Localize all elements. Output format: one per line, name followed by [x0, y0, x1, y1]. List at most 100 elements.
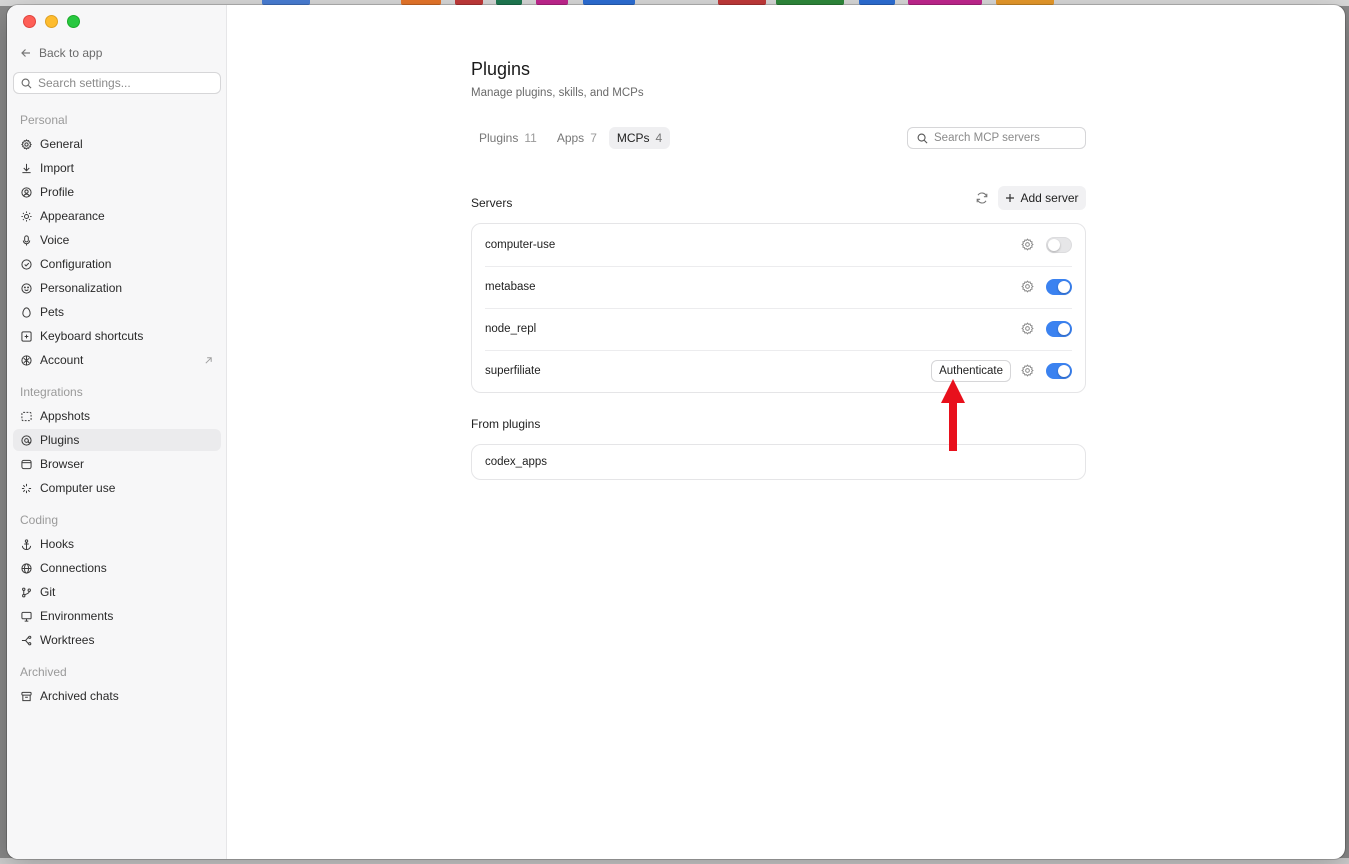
gear-icon[interactable] — [1021, 238, 1034, 251]
smiley-icon — [21, 282, 32, 294]
server-toggle[interactable] — [1046, 237, 1072, 253]
sidebar-item-label: Profile — [40, 185, 75, 199]
sidebar-item-configuration[interactable]: Configuration — [13, 253, 221, 275]
sidebar-item-hooks[interactable]: Hooks — [13, 533, 221, 555]
sparkle-icon — [21, 483, 32, 494]
profile-icon — [21, 186, 32, 198]
settings-search-input[interactable] — [38, 76, 208, 90]
tab-mcps-count: 4 — [655, 131, 663, 145]
mcp-search — [907, 127, 1086, 149]
sidebar-item-account[interactable]: Account — [13, 349, 221, 371]
from-plugins-heading: From plugins — [471, 417, 541, 431]
microphone-icon — [21, 234, 32, 246]
sidebar-item-label: Personalization — [40, 281, 123, 295]
arrow-left-icon — [21, 49, 30, 57]
sidebar-item-label: Voice — [40, 233, 70, 247]
sidebar-section-label: Personal — [20, 113, 68, 127]
sidebar-item-keyboard-shortcuts[interactable]: Keyboard shortcuts — [13, 325, 221, 347]
window-controls — [23, 15, 80, 28]
sidebar-item-pets[interactable]: Pets — [13, 301, 221, 323]
sidebar-item-label: Import — [40, 161, 75, 175]
tab-apps-label: Apps — [556, 131, 585, 145]
settings-search — [13, 72, 221, 94]
sidebar-item-appshots[interactable]: Appshots — [13, 405, 221, 427]
sidebar-item-label: Appearance — [40, 209, 105, 223]
sidebar-item-plugins[interactable]: Plugins — [13, 429, 221, 451]
sidebar-item-appearance[interactable]: Appearance — [13, 205, 221, 227]
sidebar-item-label: Worktrees — [40, 633, 95, 647]
gear-icon[interactable] — [1021, 364, 1034, 377]
plugin-server-row-codex-apps[interactable]: codex_apps — [472, 445, 1085, 479]
mcp-search-input[interactable] — [934, 132, 1079, 144]
page-title: Plugins — [471, 59, 531, 79]
sidebar-item-voice[interactable]: Voice — [13, 229, 221, 251]
add-server-label: Add server — [1020, 191, 1079, 205]
archive-icon — [21, 691, 32, 702]
external-link-icon — [204, 354, 213, 368]
servers-heading: Servers — [471, 196, 513, 210]
sidebar-item-import[interactable]: Import — [13, 157, 221, 179]
plugin-icon — [21, 434, 32, 446]
sidebar-section-label: Integrations — [20, 385, 83, 399]
sidebar-item-browser[interactable]: Browser — [13, 453, 221, 475]
browser-icon — [21, 459, 32, 470]
server-row-superfiliate: superfiliate Authenticate — [472, 350, 1085, 392]
sidebar-item-environments[interactable]: Environments — [13, 605, 221, 627]
back-to-app-link[interactable]: Back to app — [20, 46, 102, 60]
category-tabs: Plugins 11 Apps 7 MCPs 4 — [471, 127, 671, 149]
sidebar-item-label: Hooks — [40, 537, 75, 551]
worktree-icon — [21, 635, 32, 646]
server-toggle[interactable] — [1046, 363, 1072, 379]
minimize-window-button[interactable] — [45, 15, 58, 28]
plugin-server-name: codex_apps — [485, 456, 548, 468]
sidebar-item-label: Archived chats — [40, 689, 119, 703]
screenshot-icon — [21, 411, 32, 422]
sidebar-item-computer-use[interactable]: Computer use — [13, 477, 221, 499]
annotation-arrow — [941, 379, 965, 451]
refresh-icon[interactable] — [975, 191, 989, 205]
server-name: superfiliate — [485, 365, 541, 377]
sidebar: Back to app Personal General Import Profile… — [7, 5, 227, 859]
tab-mcps[interactable]: MCPs 4 — [608, 127, 671, 149]
sidebar-item-personalization[interactable]: Personalization — [13, 277, 221, 299]
add-server-button[interactable]: Add server — [998, 186, 1086, 210]
tab-apps[interactable]: Apps 7 — [549, 127, 605, 149]
sidebar-item-general[interactable]: General — [13, 133, 221, 155]
zoom-window-button[interactable] — [67, 15, 80, 28]
server-toggle[interactable] — [1046, 279, 1072, 295]
close-window-button[interactable] — [23, 15, 36, 28]
sidebar-item-label: Environments — [40, 609, 114, 623]
account-icon — [21, 354, 32, 366]
sidebar-item-label: Plugins — [40, 433, 80, 447]
sidebar-item-label: Computer use — [40, 481, 116, 495]
gear-icon — [21, 138, 32, 150]
sidebar-item-label: Pets — [40, 305, 65, 319]
tab-plugins-label: Plugins — [479, 131, 519, 145]
download-icon — [21, 163, 32, 174]
sidebar-item-archived-chats[interactable]: Archived chats — [13, 685, 221, 707]
gear-icon[interactable] — [1021, 322, 1034, 335]
gear-icon[interactable] — [1021, 280, 1034, 293]
servers-list: computer-use metabase node_repl superfil… — [471, 223, 1086, 393]
anchor-icon — [21, 538, 32, 550]
sidebar-item-git[interactable]: Git — [13, 581, 221, 603]
server-name: computer-use — [485, 239, 556, 251]
sidebar-item-label: Account — [40, 353, 84, 367]
sidebar-item-worktrees[interactable]: Worktrees — [13, 629, 221, 651]
sidebar-item-profile[interactable]: Profile — [13, 181, 221, 203]
server-row-computer-use: computer-use — [472, 224, 1085, 266]
sidebar-item-label: Configuration — [40, 257, 112, 271]
tab-plugins[interactable]: Plugins 11 — [471, 127, 545, 149]
config-icon — [21, 258, 32, 270]
page-subtitle: Manage plugins, skills, and MCPs — [471, 87, 644, 99]
globe-icon — [21, 562, 32, 574]
server-row-metabase: metabase — [472, 266, 1085, 308]
search-icon — [21, 78, 32, 88]
monitor-icon — [21, 611, 32, 622]
server-toggle[interactable] — [1046, 321, 1072, 337]
sidebar-item-connections[interactable]: Connections — [13, 557, 221, 579]
settings-window: Back to app Personal General Import Profile… — [7, 5, 1345, 859]
sidebar-item-label: General — [40, 137, 83, 151]
sidebar-item-label: Git — [40, 585, 56, 599]
sidebar-item-label: Keyboard shortcuts — [40, 329, 144, 343]
